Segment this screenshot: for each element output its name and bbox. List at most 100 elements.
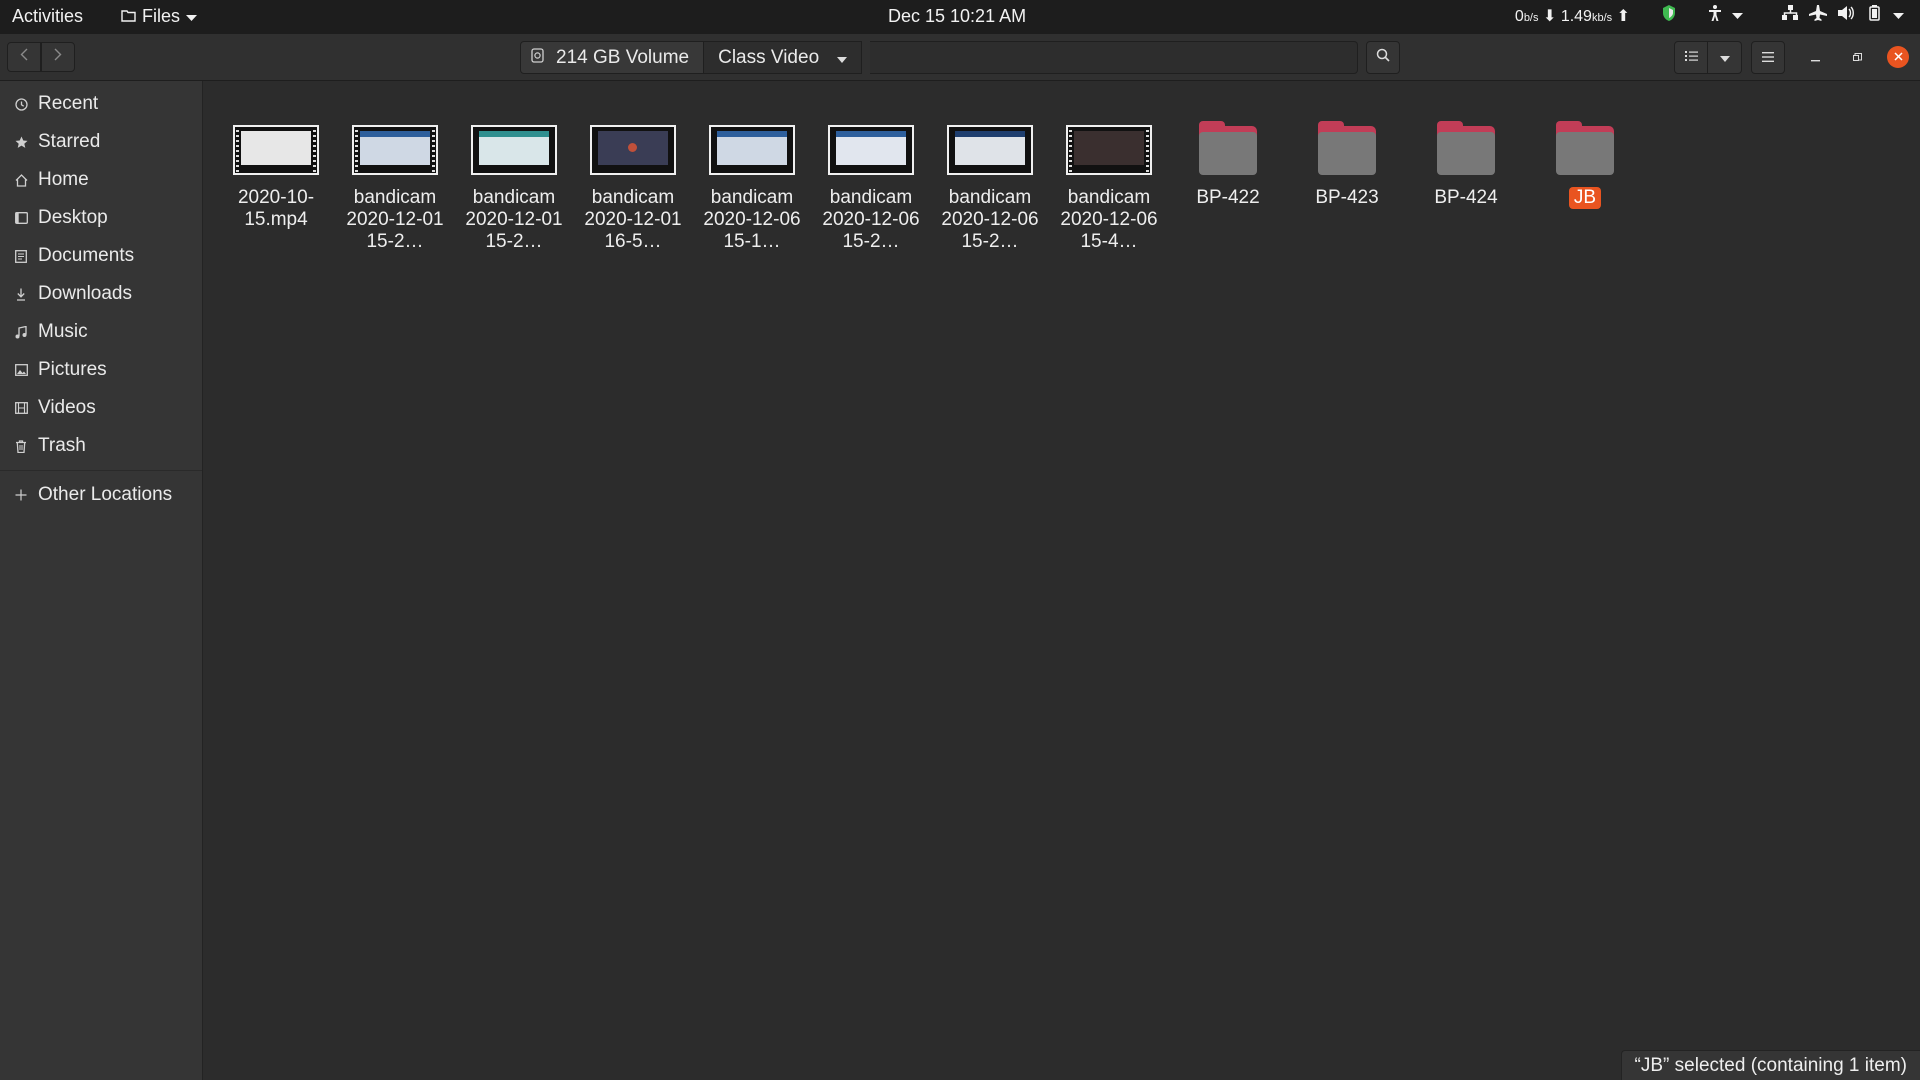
file-name: bandicam 2020-12-06 15-1… [703, 187, 801, 252]
network-icon[interactable] [1781, 5, 1799, 26]
minimize-icon [1810, 49, 1820, 67]
net-down-value: 0 [1514, 7, 1524, 25]
chevron-left-icon [20, 48, 28, 66]
arrow-down-icon: ⬇ [1542, 7, 1557, 25]
activities-button[interactable]: Activities [12, 6, 83, 27]
sidebar-item-label: Videos [38, 397, 96, 418]
downloads-icon [14, 287, 28, 301]
sidebar-item-label: Starred [38, 131, 101, 152]
sidebar-item-documents[interactable]: Documents [0, 237, 202, 275]
back-button[interactable] [7, 42, 41, 72]
breadcrumb-current[interactable]: Class Video [704, 41, 863, 74]
chevron-down-icon[interactable] [1893, 7, 1904, 25]
sidebar-item-desktop[interactable]: Desktop [0, 199, 202, 237]
search-icon [1376, 48, 1390, 67]
path-bar: 214 GB Volume Class Video [520, 41, 863, 74]
video-thumbnail [947, 125, 1033, 175]
folder-item-selected[interactable]: JB [1530, 121, 1640, 209]
folder-item[interactable]: BP-422 [1173, 121, 1283, 209]
accessibility-icon[interactable] [1708, 5, 1722, 26]
view-options-button[interactable] [1708, 41, 1742, 74]
minimize-button[interactable] [1804, 47, 1826, 69]
battery-icon[interactable] [1865, 5, 1883, 26]
breadcrumb-volume-label: 214 GB Volume [556, 46, 690, 68]
volume-icon[interactable] [1837, 5, 1855, 26]
folder-icon [1318, 121, 1376, 175]
file-grid[interactable]: 2020-10-15.mp4 bandicam 2020-12-01 15-2…… [204, 81, 1920, 1080]
sidebar-item-label: Downloads [38, 283, 132, 304]
airplane-icon[interactable] [1809, 5, 1827, 26]
file-item[interactable]: bandicam 2020-12-01 15-2… [340, 125, 450, 253]
breadcrumb-volume[interactable]: 214 GB Volume [520, 41, 705, 74]
folder-item[interactable]: BP-423 [1292, 121, 1402, 209]
file-item[interactable]: bandicam 2020-12-01 15-2… [459, 125, 569, 253]
sidebar-item-label: Trash [38, 435, 86, 456]
sidebar-item-label: Home [38, 169, 89, 190]
file-item[interactable]: 2020-10-15.mp4 [221, 125, 331, 231]
chevron-down-icon [837, 47, 848, 69]
folder-icon [1437, 121, 1495, 175]
sidebar-item-recent[interactable]: Recent [0, 85, 202, 123]
close-icon [1893, 48, 1903, 66]
video-thumbnail [1066, 125, 1152, 175]
sidebar-item-other-locations[interactable]: Other Locations [0, 476, 202, 514]
folder-name: JB [1568, 187, 1602, 209]
shield-icon[interactable] [1662, 5, 1676, 26]
forward-button[interactable] [41, 42, 75, 72]
file-name: bandicam 2020-12-01 15-2… [465, 187, 563, 252]
sidebar-item-trash[interactable]: Trash [0, 427, 202, 465]
sidebar-item-label: Other Locations [38, 484, 173, 505]
search-button[interactable] [1366, 41, 1400, 74]
home-icon [14, 173, 28, 187]
sidebar-separator [0, 470, 202, 471]
folder-name: BP-424 [1434, 187, 1498, 208]
folder-icon [1556, 121, 1614, 175]
network-speed: 0b/s ⬇ 1.49kb/s ⬆ [1515, 6, 1630, 26]
net-up-unit: kb/s [1591, 11, 1613, 24]
maximize-button[interactable] [1846, 47, 1868, 69]
net-down-unit: b/s [1523, 11, 1539, 24]
video-thumbnail [590, 125, 676, 175]
drive-icon [531, 47, 544, 69]
folder-item[interactable]: BP-424 [1411, 121, 1521, 209]
folder-name: BP-422 [1196, 187, 1260, 208]
chevron-down-icon [186, 6, 198, 27]
system-tray[interactable]: 0b/s ⬇ 1.49kb/s ⬆ [1515, 5, 1904, 26]
desktop-icon [14, 211, 28, 225]
file-item[interactable]: bandicam 2020-12-06 15-1… [697, 125, 807, 253]
folder-name: BP-423 [1315, 187, 1379, 208]
videos-icon [14, 401, 28, 415]
sidebar-item-home[interactable]: Home [0, 161, 202, 199]
close-button[interactable] [1887, 46, 1909, 68]
file-name: bandicam 2020-12-06 15-2… [822, 187, 920, 252]
sidebar-item-label: Music [38, 321, 88, 342]
header-bar: 214 GB Volume Class Video [0, 34, 1920, 81]
file-item[interactable]: bandicam 2020-12-01 16-5… [578, 125, 688, 253]
app-menu[interactable]: Files [121, 6, 198, 27]
sidebar-item-label: Pictures [38, 359, 107, 380]
net-up-value: 1.49 [1560, 7, 1592, 25]
sidebar-item-videos[interactable]: Videos [0, 389, 202, 427]
sidebar-item-music[interactable]: Music [0, 313, 202, 351]
app-menu-label: Files [142, 6, 181, 26]
path-bar-space [870, 41, 1358, 74]
sidebar-item-downloads[interactable]: Downloads [0, 275, 202, 313]
sidebar: Recent Starred Home Desktop Documents Do… [0, 81, 203, 1080]
chevron-right-icon [54, 48, 62, 66]
list-view-icon [1684, 49, 1698, 67]
sidebar-item-pictures[interactable]: Pictures [0, 351, 202, 389]
main-menu-button[interactable] [1751, 41, 1785, 74]
file-item[interactable]: bandicam 2020-12-06 15-2… [816, 125, 926, 253]
file-name: bandicam 2020-12-06 15-2… [941, 187, 1039, 252]
file-item[interactable]: bandicam 2020-12-06 15-2… [935, 125, 1045, 253]
view-list-button[interactable] [1674, 41, 1708, 74]
chevron-down-icon[interactable] [1732, 7, 1743, 25]
sidebar-item-starred[interactable]: Starred [0, 123, 202, 161]
folder-icon [1199, 121, 1257, 175]
file-item[interactable]: bandicam 2020-12-06 15-4… [1054, 125, 1164, 253]
documents-icon [14, 249, 28, 263]
plus-icon [14, 488, 28, 502]
sidebar-item-label: Recent [38, 93, 99, 114]
clock[interactable]: Dec 15 10:21 AM [888, 6, 1026, 27]
arrow-up-icon: ⬆ [1616, 7, 1630, 25]
